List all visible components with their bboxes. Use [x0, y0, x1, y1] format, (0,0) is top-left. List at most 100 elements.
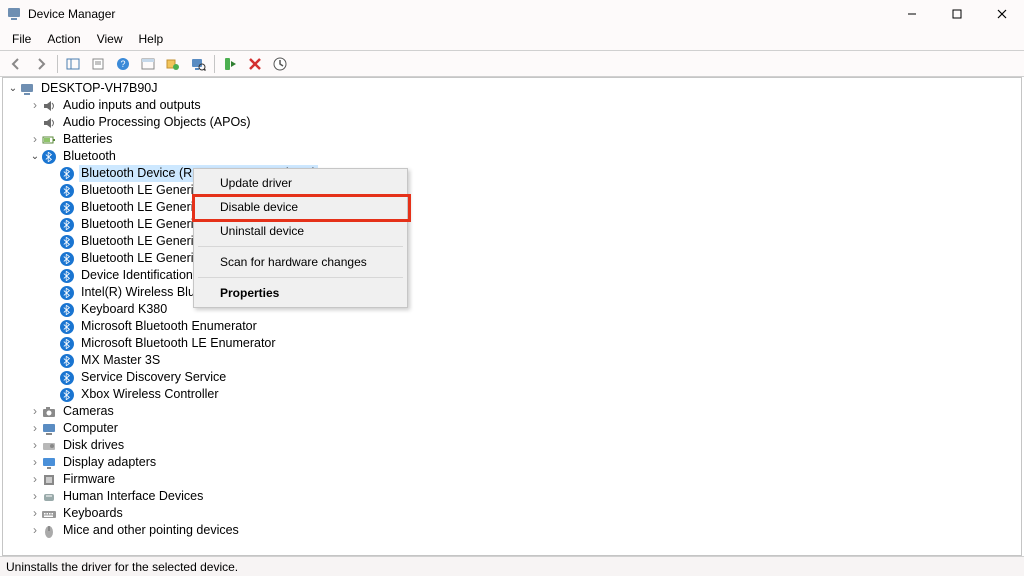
maximize-button[interactable]	[934, 0, 979, 28]
update-driver-button[interactable]	[268, 53, 292, 75]
toolbar: ?	[0, 51, 1024, 77]
tree-row[interactable]: Mice and other pointing devices	[3, 522, 1021, 539]
tree-node-label: Display adapters	[61, 454, 158, 471]
title-bar: Device Manager	[0, 0, 1024, 28]
tree-row[interactable]: Bluetooth	[3, 148, 1021, 165]
tree-row[interactable]: ·Bluetooth Device (RFCOMM Protocol TDI)	[3, 165, 1021, 182]
toolbar-icon-1[interactable]	[136, 53, 160, 75]
audio-icon	[41, 115, 57, 131]
context-menu-item[interactable]: Uninstall device	[196, 219, 405, 243]
forward-button[interactable]	[29, 53, 53, 75]
tree-row[interactable]: Computer	[3, 420, 1021, 437]
context-menu-item[interactable]: Disable device	[196, 195, 405, 219]
tree-row[interactable]: Batteries	[3, 131, 1021, 148]
tree-row[interactable]: ·Bluetooth LE Generi	[3, 233, 1021, 250]
disk-icon	[41, 438, 57, 454]
tree-node-label: Bluetooth LE Generi	[79, 233, 196, 250]
tree-node-label: Intel(R) Wireless Blu	[79, 284, 197, 301]
chevron-right-icon[interactable]	[29, 437, 41, 454]
tree-node-label: Batteries	[61, 131, 114, 148]
chevron-right-icon[interactable]	[29, 471, 41, 488]
scan-hardware-button[interactable]	[186, 53, 210, 75]
tree-row[interactable]: Audio inputs and outputs	[3, 97, 1021, 114]
bt-icon	[59, 234, 75, 250]
tree-node-label: Microsoft Bluetooth Enumerator	[79, 318, 259, 335]
status-text: Uninstalls the driver for the selected d…	[6, 560, 238, 574]
chevron-down-icon[interactable]	[29, 148, 41, 165]
tree-row[interactable]: Cameras	[3, 403, 1021, 420]
bt-icon	[59, 370, 75, 386]
keyboard-icon	[41, 506, 57, 522]
context-menu-item[interactable]: Scan for hardware changes	[196, 250, 405, 274]
context-menu-item[interactable]: Properties	[196, 281, 405, 305]
mouse-icon	[41, 523, 57, 539]
tree-row[interactable]: Display adapters	[3, 454, 1021, 471]
enable-device-button[interactable]	[218, 53, 242, 75]
chevron-right-icon[interactable]	[29, 97, 41, 114]
tree-row[interactable]: ·Bluetooth LE Generi	[3, 182, 1021, 199]
chevron-right-icon[interactable]	[29, 488, 41, 505]
status-bar: Uninstalls the driver for the selected d…	[0, 556, 1024, 576]
tree-node-label: Bluetooth LE Generi	[79, 216, 196, 233]
tree-row[interactable]: ·Bluetooth LE Generi	[3, 250, 1021, 267]
bt-icon	[59, 336, 75, 352]
device-tree[interactable]: DESKTOP-VH7B90JAudio inputs and outputs·…	[2, 77, 1022, 556]
show-hide-console-tree-button[interactable]	[61, 53, 85, 75]
chevron-right-icon[interactable]	[29, 454, 41, 471]
menu-view[interactable]: View	[89, 30, 131, 48]
display-icon	[41, 455, 57, 471]
help-toolbar-button[interactable]: ?	[111, 53, 135, 75]
context-menu-item[interactable]: Update driver	[196, 171, 405, 195]
context-menu[interactable]: Update driverDisable deviceUninstall dev…	[193, 168, 408, 308]
bt-icon	[59, 200, 75, 216]
chevron-right-icon[interactable]	[29, 420, 41, 437]
bt-icon	[59, 217, 75, 233]
tree-root[interactable]: DESKTOP-VH7B90J	[3, 80, 1021, 97]
back-button[interactable]	[4, 53, 28, 75]
tree-node-label: Bluetooth LE Generi	[79, 250, 196, 267]
tree-row[interactable]: ·Service Discovery Service	[3, 369, 1021, 386]
hid-icon	[41, 489, 57, 505]
tree-node-label: Xbox Wireless Controller	[79, 386, 221, 403]
bt-icon	[59, 353, 75, 369]
tree-row[interactable]: ·Bluetooth LE Generi	[3, 199, 1021, 216]
tree-node-label: Human Interface Devices	[61, 488, 205, 505]
menu-action[interactable]: Action	[39, 30, 88, 48]
close-button[interactable]	[979, 0, 1024, 28]
tree-row[interactable]: ·MX Master 3S	[3, 352, 1021, 369]
tree-row[interactable]: ·Microsoft Bluetooth LE Enumerator	[3, 335, 1021, 352]
bt-icon	[59, 251, 75, 267]
minimize-button[interactable]	[889, 0, 934, 28]
context-menu-separator	[198, 246, 403, 247]
tree-row[interactable]: ·Microsoft Bluetooth Enumerator	[3, 318, 1021, 335]
bt-icon	[59, 387, 75, 403]
toolbar-icon-2[interactable]	[161, 53, 185, 75]
chevron-right-icon[interactable]	[29, 505, 41, 522]
tree-row[interactable]: Keyboards	[3, 505, 1021, 522]
uninstall-device-button[interactable]	[243, 53, 267, 75]
bt-icon	[59, 166, 75, 182]
chevron-right-icon[interactable]	[29, 131, 41, 148]
chevron-right-icon[interactable]	[29, 403, 41, 420]
tree-row[interactable]: ·Intel(R) Wireless Blu	[3, 284, 1021, 301]
menu-help[interactable]: Help	[131, 30, 172, 48]
tree-row[interactable]: ·Xbox Wireless Controller	[3, 386, 1021, 403]
tree-node-label: Disk drives	[61, 437, 126, 454]
chevron-right-icon[interactable]	[29, 522, 41, 539]
tree-row[interactable]: ·Bluetooth LE Generi	[3, 216, 1021, 233]
tree-root-label: DESKTOP-VH7B90J	[39, 80, 159, 97]
tree-row[interactable]: Disk drives	[3, 437, 1021, 454]
properties-toolbar-button[interactable]	[86, 53, 110, 75]
bt-icon	[59, 285, 75, 301]
tree-row[interactable]: Firmware	[3, 471, 1021, 488]
app-icon	[6, 6, 22, 22]
menu-file[interactable]: File	[4, 30, 39, 48]
tree-row[interactable]: ·Keyboard K380	[3, 301, 1021, 318]
tree-row[interactable]: ·Audio Processing Objects (APOs)	[3, 114, 1021, 131]
bt-icon	[59, 183, 75, 199]
camera-icon	[41, 404, 57, 420]
tree-node-label: Device Identification	[79, 267, 195, 284]
tree-row[interactable]: Human Interface Devices	[3, 488, 1021, 505]
tree-row[interactable]: ·Device Identification	[3, 267, 1021, 284]
chevron-down-icon[interactable]	[7, 80, 19, 97]
